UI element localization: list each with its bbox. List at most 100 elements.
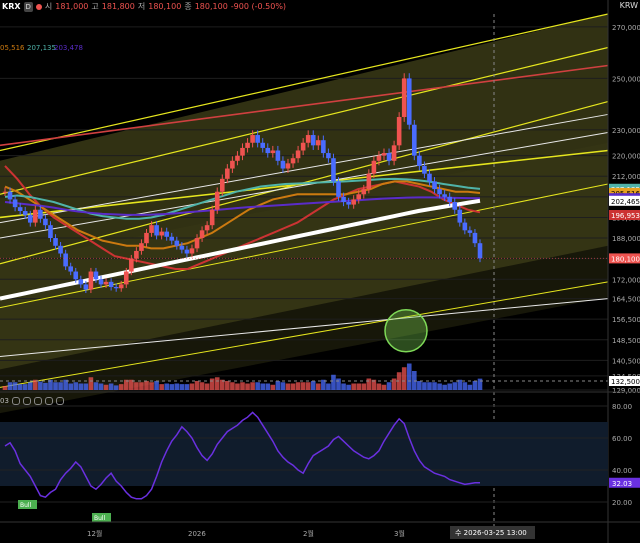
candle-body [386, 153, 392, 161]
candle-body [295, 150, 301, 159]
volume-bar [17, 384, 23, 390]
volume-bar [78, 383, 84, 390]
volume-bar [391, 378, 397, 390]
candle-body [351, 199, 356, 205]
interval-badge[interactable]: D [23, 2, 33, 12]
volume-bar [442, 384, 447, 390]
symbol-label[interactable]: KRX [0, 0, 21, 14]
candle-body [432, 181, 437, 190]
volume-bar [406, 363, 412, 390]
candle-body [27, 214, 33, 223]
candle-body [219, 178, 225, 192]
volume-bar [452, 382, 458, 390]
candle-body [396, 117, 402, 146]
candle-body [326, 153, 331, 159]
volume-bar [139, 382, 144, 390]
eye-icon[interactable] [11, 397, 20, 405]
candle-body [144, 232, 149, 244]
candle-body [321, 140, 326, 154]
volume-bar [290, 383, 296, 390]
volume-bar [295, 382, 301, 390]
candle-body [33, 209, 38, 223]
time-label-3: 3월 [394, 529, 405, 538]
candle-body [154, 225, 159, 236]
volume-bar [43, 382, 48, 390]
candle-body [462, 222, 468, 231]
more-icon[interactable] [55, 397, 64, 405]
volume-bar [417, 381, 422, 390]
volume-bar [326, 383, 331, 390]
candle-body [12, 199, 18, 208]
volume-bar [225, 381, 230, 390]
volume-bar [189, 383, 195, 390]
volume-bar [159, 384, 164, 390]
source-icon[interactable] [33, 397, 42, 405]
chart-canvas[interactable]: 270,000250,000230,000220,000212,000204,0… [0, 0, 640, 543]
time-label-0: 12월 [87, 529, 102, 538]
candle-body [422, 165, 427, 174]
volume-bar [184, 384, 190, 390]
volume-bar [437, 383, 442, 390]
candle-body [442, 194, 447, 197]
high-value: 181,800 [101, 2, 135, 11]
candle-body [401, 78, 407, 118]
candle-body [194, 238, 200, 249]
oscillator-header: 03 [0, 397, 64, 405]
candle-body [336, 181, 341, 197]
time-label-1: 2026 [188, 530, 206, 538]
candle-body [406, 78, 412, 125]
volume-bar [265, 383, 271, 390]
volume-bar [351, 383, 356, 390]
candle-body [184, 249, 190, 254]
low-label: 저 [137, 2, 146, 11]
close-label: 종 [184, 2, 192, 11]
candle-body [53, 238, 58, 246]
candle-body [83, 284, 89, 290]
volume-bar [310, 381, 316, 390]
candle-body [103, 281, 109, 285]
volume-bar [477, 378, 483, 390]
price-tick-11: 156,500 [612, 316, 640, 324]
change-value: -900 (-0.50%) [230, 2, 287, 11]
volume-bar [179, 384, 185, 390]
candle-body [290, 158, 296, 164]
volume-bar [68, 383, 73, 390]
volume-bar [341, 383, 346, 390]
volume-bar [280, 382, 286, 390]
volume-bar [38, 381, 43, 390]
volume-bar [230, 382, 235, 390]
bull-marker-1: Bull [94, 515, 106, 522]
volume-bar [462, 382, 468, 390]
volume-bar [472, 381, 478, 390]
candle-body [2, 191, 8, 193]
osc-tick-2: 40.00 [612, 467, 632, 475]
candle-body [477, 243, 483, 259]
volume-bar [285, 383, 291, 390]
crosshair-time-label: 수 2026-03-25 13:00 [455, 529, 527, 537]
candle-body [235, 155, 240, 161]
candle-body [417, 155, 422, 166]
candle-body [58, 245, 63, 254]
candle-body [376, 155, 382, 161]
volume-bar [98, 383, 104, 390]
volume-bar [93, 382, 99, 390]
volume-bar [134, 382, 139, 390]
candle-body [38, 209, 43, 219]
delete-icon[interactable] [44, 397, 53, 405]
candle-body [134, 250, 139, 259]
volume-bar [113, 385, 119, 390]
volume-bar [366, 378, 372, 390]
volume-bar [331, 374, 336, 390]
candle-body [214, 191, 220, 210]
close-value: 180,100 [194, 2, 228, 11]
left-tag-0: 05,516 [0, 44, 25, 52]
volume-bar [422, 382, 427, 390]
settings-icon[interactable] [22, 397, 31, 405]
candle-body [129, 258, 134, 272]
candle-body [437, 189, 442, 195]
volume-bar [235, 383, 240, 390]
candle-body [43, 218, 48, 226]
candle-body [139, 243, 144, 251]
price-tick-4: 212,000 [612, 173, 640, 181]
volume-bar [427, 382, 432, 390]
